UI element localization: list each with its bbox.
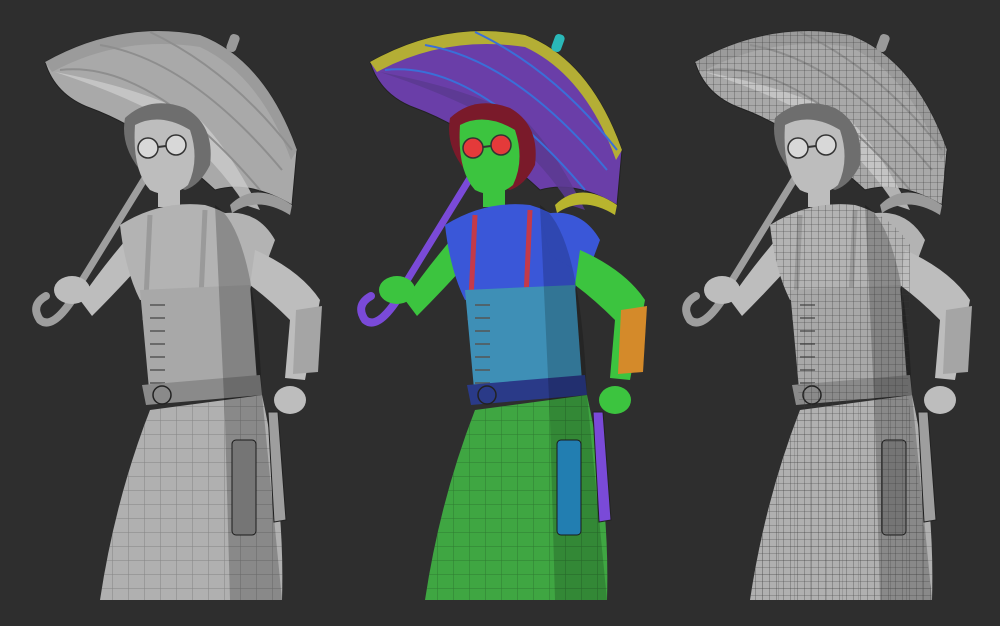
left-hand [379, 276, 415, 304]
bracer [293, 306, 322, 374]
right-hand [599, 386, 631, 414]
goggle-right [815, 134, 837, 156]
right-hand [924, 386, 956, 414]
sculpt-view-figure [32, 30, 322, 600]
bracer [618, 306, 647, 374]
goggle-left [137, 137, 159, 159]
umbrella-tip [551, 33, 565, 53]
body-wire-overlay [750, 204, 932, 600]
goggle-right [165, 134, 187, 156]
left-hand [54, 276, 90, 304]
goggle-right [490, 134, 512, 156]
belt-buckle [477, 385, 497, 405]
goggle-bridge [157, 145, 167, 148]
goggle-left [787, 137, 809, 159]
left-hand [704, 276, 740, 304]
goggle-bridge [482, 145, 492, 148]
belt-buckle [152, 385, 172, 405]
right-hand [274, 386, 306, 414]
neck [158, 185, 180, 207]
neck [808, 185, 830, 207]
polygroups-view-figure [357, 30, 647, 600]
bracer [943, 306, 972, 374]
sculpt-comparison-svg [32, 30, 972, 600]
umbrella-tip [226, 33, 240, 53]
neck [483, 185, 505, 207]
wireframe-view-figure [682, 30, 972, 600]
goggle-left [462, 137, 484, 159]
goggle-bridge [807, 145, 817, 148]
sculpt-comparison-canvas [0, 0, 1000, 626]
